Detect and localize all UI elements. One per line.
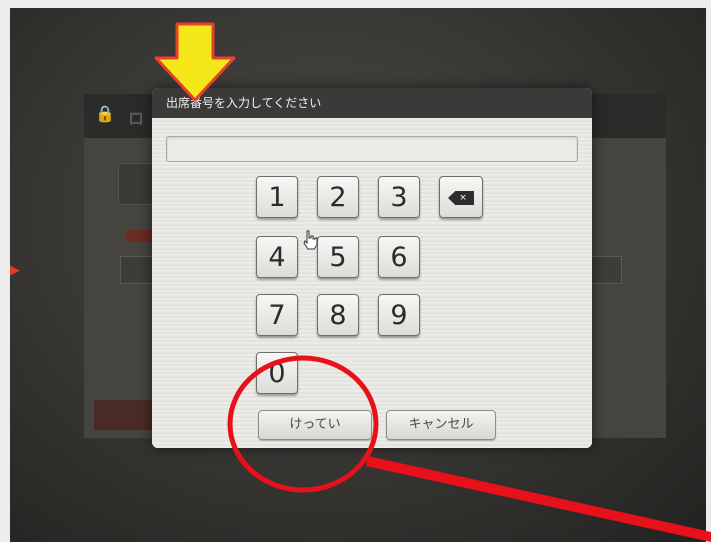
key-1[interactable]: 1 — [256, 176, 298, 218]
key-2[interactable]: 2 — [317, 176, 359, 218]
edge-arrow-mark: ▶ — [10, 263, 20, 278]
key-7[interactable]: 7 — [256, 294, 298, 336]
backspace-icon: × — [448, 191, 474, 205]
key-8[interactable]: 8 — [317, 294, 359, 336]
key-5[interactable]: 5 — [317, 236, 359, 278]
device-screen: 🔒 ロ 出席番号を入力してください 1 2 3 × 4 5 6 7 8 9 0 … — [10, 8, 706, 542]
confirm-button[interactable]: けってい — [258, 410, 372, 440]
key-0[interactable]: 0 — [256, 352, 298, 394]
key-3[interactable]: 3 — [378, 176, 420, 218]
key-6[interactable]: 6 — [378, 236, 420, 278]
dialog-body: 1 2 3 × 4 5 6 7 8 9 0 けってい キャンセル — [152, 118, 592, 448]
number-entry-dialog: 出席番号を入力してください 1 2 3 × 4 5 6 7 8 9 0 けってい… — [152, 88, 592, 448]
lock-icon: 🔒 — [95, 104, 115, 123]
backspace-button[interactable]: × — [439, 176, 483, 218]
number-input[interactable] — [166, 136, 578, 162]
cancel-button[interactable]: キャンセル — [386, 410, 496, 440]
background-title: ロ — [128, 109, 145, 128]
key-4[interactable]: 4 — [256, 236, 298, 278]
dialog-title: 出席番号を入力してください — [152, 88, 592, 118]
hand-pointer-icon — [303, 230, 318, 250]
key-9[interactable]: 9 — [378, 294, 420, 336]
